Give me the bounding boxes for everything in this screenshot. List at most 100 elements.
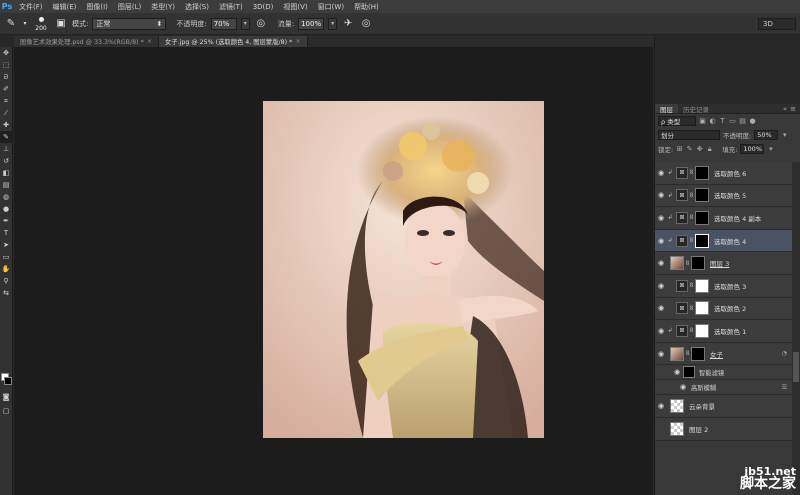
menu-file[interactable]: 文件(F) [14,2,48,12]
brush-panel-icon[interactable]: ▣ [54,17,68,31]
link-icon[interactable]: 8 [688,327,695,334]
layer-row[interactable]: ◉ ⊠ 8 选取颜色 2 [655,297,793,321]
layer-row[interactable]: ◉ 8 女子 ◔ [655,342,793,366]
lock-image-icon[interactable]: ✎ [686,145,693,153]
link-icon[interactable]: 8 [688,192,695,199]
lock-transparent-icon[interactable]: ⊞ [676,145,683,153]
dodge-tool-icon[interactable]: ● [0,203,13,215]
layer-mask-thumbnail[interactable] [695,210,709,225]
history-brush-tool-icon[interactable]: ↺ [0,155,13,167]
eye-icon[interactable]: ◉ [655,214,667,222]
close-icon[interactable]: × [295,38,300,45]
blur-tool-icon[interactable]: ◍ [0,191,13,203]
chevron-down-icon[interactable]: ▾ [767,145,774,153]
opacity-slider-toggle[interactable]: ▾ [240,17,250,30]
flow-slider-toggle[interactable]: ▾ [328,17,338,30]
layer-row[interactable]: ◉ ↲ ⊠ 8 选取颜色 6 [655,162,793,185]
link-icon[interactable]: 8 [688,305,695,312]
layer-opacity-input[interactable]: 50% [754,130,779,140]
tab-document-psd[interactable]: 图像艺术效果处理.psd @ 33.3%(RGB/8) * × [14,36,160,47]
smart-object-filter-icon[interactable]: ▤ [739,117,746,125]
type-filter-icon[interactable]: T [719,117,726,125]
eye-icon[interactable]: ◉ [655,350,667,358]
eye-icon[interactable]: ◉ [655,304,667,312]
filter-toggle-icon[interactable]: ● [749,117,756,125]
eyedropper-tool-icon[interactable]: ⁄ [0,107,13,119]
smart-object-thumbnail[interactable] [670,346,684,361]
menu-filter[interactable]: 滤镜(T) [214,2,248,12]
menu-window[interactable]: 窗口(W) [313,2,349,12]
layer-mask-thumbnail[interactable] [691,256,705,271]
pen-tool-icon[interactable]: ✒ [0,215,13,227]
link-icon[interactable]: 8 [688,169,695,176]
menu-icon[interactable]: ≡ [790,105,796,113]
menu-select[interactable]: 选择(S) [180,2,214,12]
fill-input[interactable]: 100% [740,144,765,154]
eraser-tool-icon[interactable]: ◧ [0,167,13,179]
menu-help[interactable]: 帮助(H) [349,2,384,12]
layer-thumbnail[interactable] [670,421,684,436]
document-canvas-image[interactable] [263,101,544,438]
gradient-tool-icon[interactable]: ▤ [0,179,13,191]
eye-icon[interactable]: ◉ [679,383,687,391]
move-tool-icon[interactable]: ✥ [0,47,13,59]
quick-mask-icon[interactable]: ◙ [0,391,13,403]
healing-tool-icon[interactable]: ✚ [0,119,13,131]
layer-row[interactable]: ◉ ↲ ⊠ 8 选取颜色 4 副本 [655,207,793,230]
zoom-tool-icon[interactable]: ⚲ [0,275,13,287]
tab-document-jpg[interactable]: 女子.jpg @ 25% (选取颜色 4, 图层蒙版/8) * × [159,36,308,47]
smart-filters-row[interactable]: ◉ 智能滤镜 [655,365,793,381]
link-icon[interactable]: 8 [688,282,695,289]
layer-thumbnail[interactable] [670,256,684,271]
eye-icon[interactable]: ◉ [655,327,667,335]
crop-tool-icon[interactable]: ⌗ [0,95,13,107]
layer-mask-thumbnail[interactable] [695,278,709,293]
airbrush-icon[interactable]: ✈ [341,17,355,31]
menu-3d[interactable]: 3D(D) [248,3,279,11]
menu-view[interactable]: 视图(V) [278,2,312,12]
chevron-down-icon[interactable]: ▾ [781,131,788,139]
lock-all-icon[interactable]: 🔒︎ [706,145,713,154]
eye-icon[interactable]: ◉ [671,368,683,376]
tab-layers[interactable]: 图层 [655,104,678,114]
layer-row[interactable]: ◉ 8 图层 3 [655,252,793,275]
layer-mask-thumbnail[interactable] [695,301,709,316]
lasso-tool-icon[interactable]: ᘐ [0,71,13,83]
eye-icon[interactable]: ◉ [655,425,667,433]
pressure-opacity-icon[interactable]: ◎ [254,17,268,31]
filter-options-icon[interactable]: ☰ [782,384,787,391]
filter-row[interactable]: ◉ 高斯模糊 ☰ [655,380,793,396]
eye-icon[interactable]: ◉ [655,237,667,245]
brush-preset-picker[interactable]: 200 [32,16,50,32]
adjustment-filter-icon[interactable]: ◐ [709,117,716,125]
flow-input[interactable]: 100% [298,17,325,30]
eye-icon[interactable]: ◉ [655,402,667,410]
collapse-icon[interactable]: « [783,105,787,113]
brush-tool-icon[interactable]: ✎ [0,131,13,143]
background-color-swatch[interactable] [4,377,12,385]
menu-layer[interactable]: 图层(L) [113,2,146,12]
link-icon[interactable]: 8 [684,260,691,267]
layer-mask-thumbnail[interactable] [695,233,709,248]
mode-dropdown[interactable]: 正常 ⬍ [92,17,167,30]
layers-scrollbar[interactable] [792,162,800,495]
eye-icon[interactable]: ◉ [655,259,667,267]
canvas-area[interactable] [14,47,653,495]
quick-select-tool-icon[interactable]: ✐ [0,83,13,95]
eye-icon[interactable]: ◉ [655,169,667,177]
layer-row[interactable]: ◉ ⊠ 8 选取颜色 3 [655,274,793,298]
layer-row[interactable]: ◉ ↲ ⊠ 8 选取颜色 1 [655,320,793,343]
layer-thumbnail[interactable] [670,399,684,414]
link-icon[interactable]: 8 [688,214,695,221]
pixel-filter-icon[interactable]: ▣ [699,117,706,125]
path-select-tool-icon[interactable]: ➤ [0,239,13,251]
chevron-down-icon[interactable]: ▾ [22,17,28,31]
eye-icon[interactable]: ◉ [655,282,667,290]
menu-type[interactable]: 类型(Y) [146,2,180,12]
brush-tool-icon[interactable]: ✎ [4,17,18,31]
layer-row[interactable]: ◉ ↲ ⊠ 8 选取颜色 5 [655,184,793,208]
workspace-switcher[interactable]: 3D [758,18,796,30]
panel-menu[interactable]: « ≡ [783,104,800,113]
layer-mask-thumbnail[interactable] [695,188,709,203]
pressure-size-icon[interactable]: ◎ [359,17,373,31]
